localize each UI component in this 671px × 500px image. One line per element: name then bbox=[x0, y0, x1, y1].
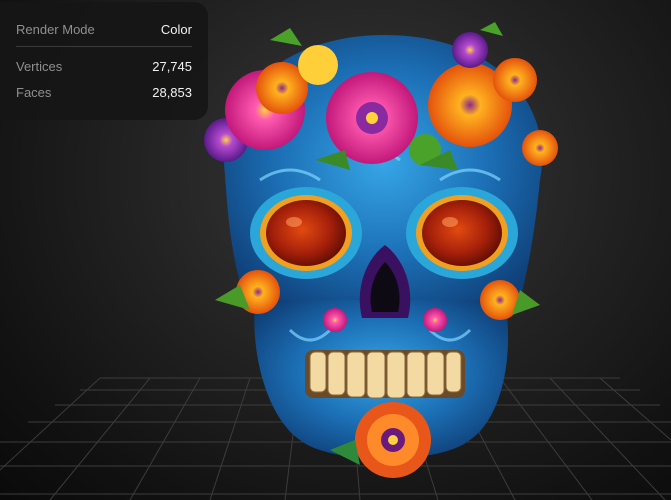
vertices-label: Vertices bbox=[16, 58, 63, 74]
render-mode-row[interactable]: Render Mode Color bbox=[16, 12, 192, 47]
faces-row: Faces 28,853 bbox=[16, 79, 192, 105]
render-mode-value[interactable]: Color bbox=[161, 22, 192, 37]
render-mode-label: Render Mode bbox=[16, 21, 95, 37]
model-stats-panel: Render Mode Color Vertices 27,745 Faces … bbox=[0, 2, 208, 120]
3d-viewport[interactable]: Render Mode Color Vertices 27,745 Faces … bbox=[0, 0, 671, 500]
faces-value: 28,853 bbox=[152, 84, 192, 100]
vertices-value: 27,745 bbox=[152, 58, 192, 74]
faces-label: Faces bbox=[16, 84, 52, 100]
vertices-row: Vertices 27,745 bbox=[16, 53, 192, 79]
